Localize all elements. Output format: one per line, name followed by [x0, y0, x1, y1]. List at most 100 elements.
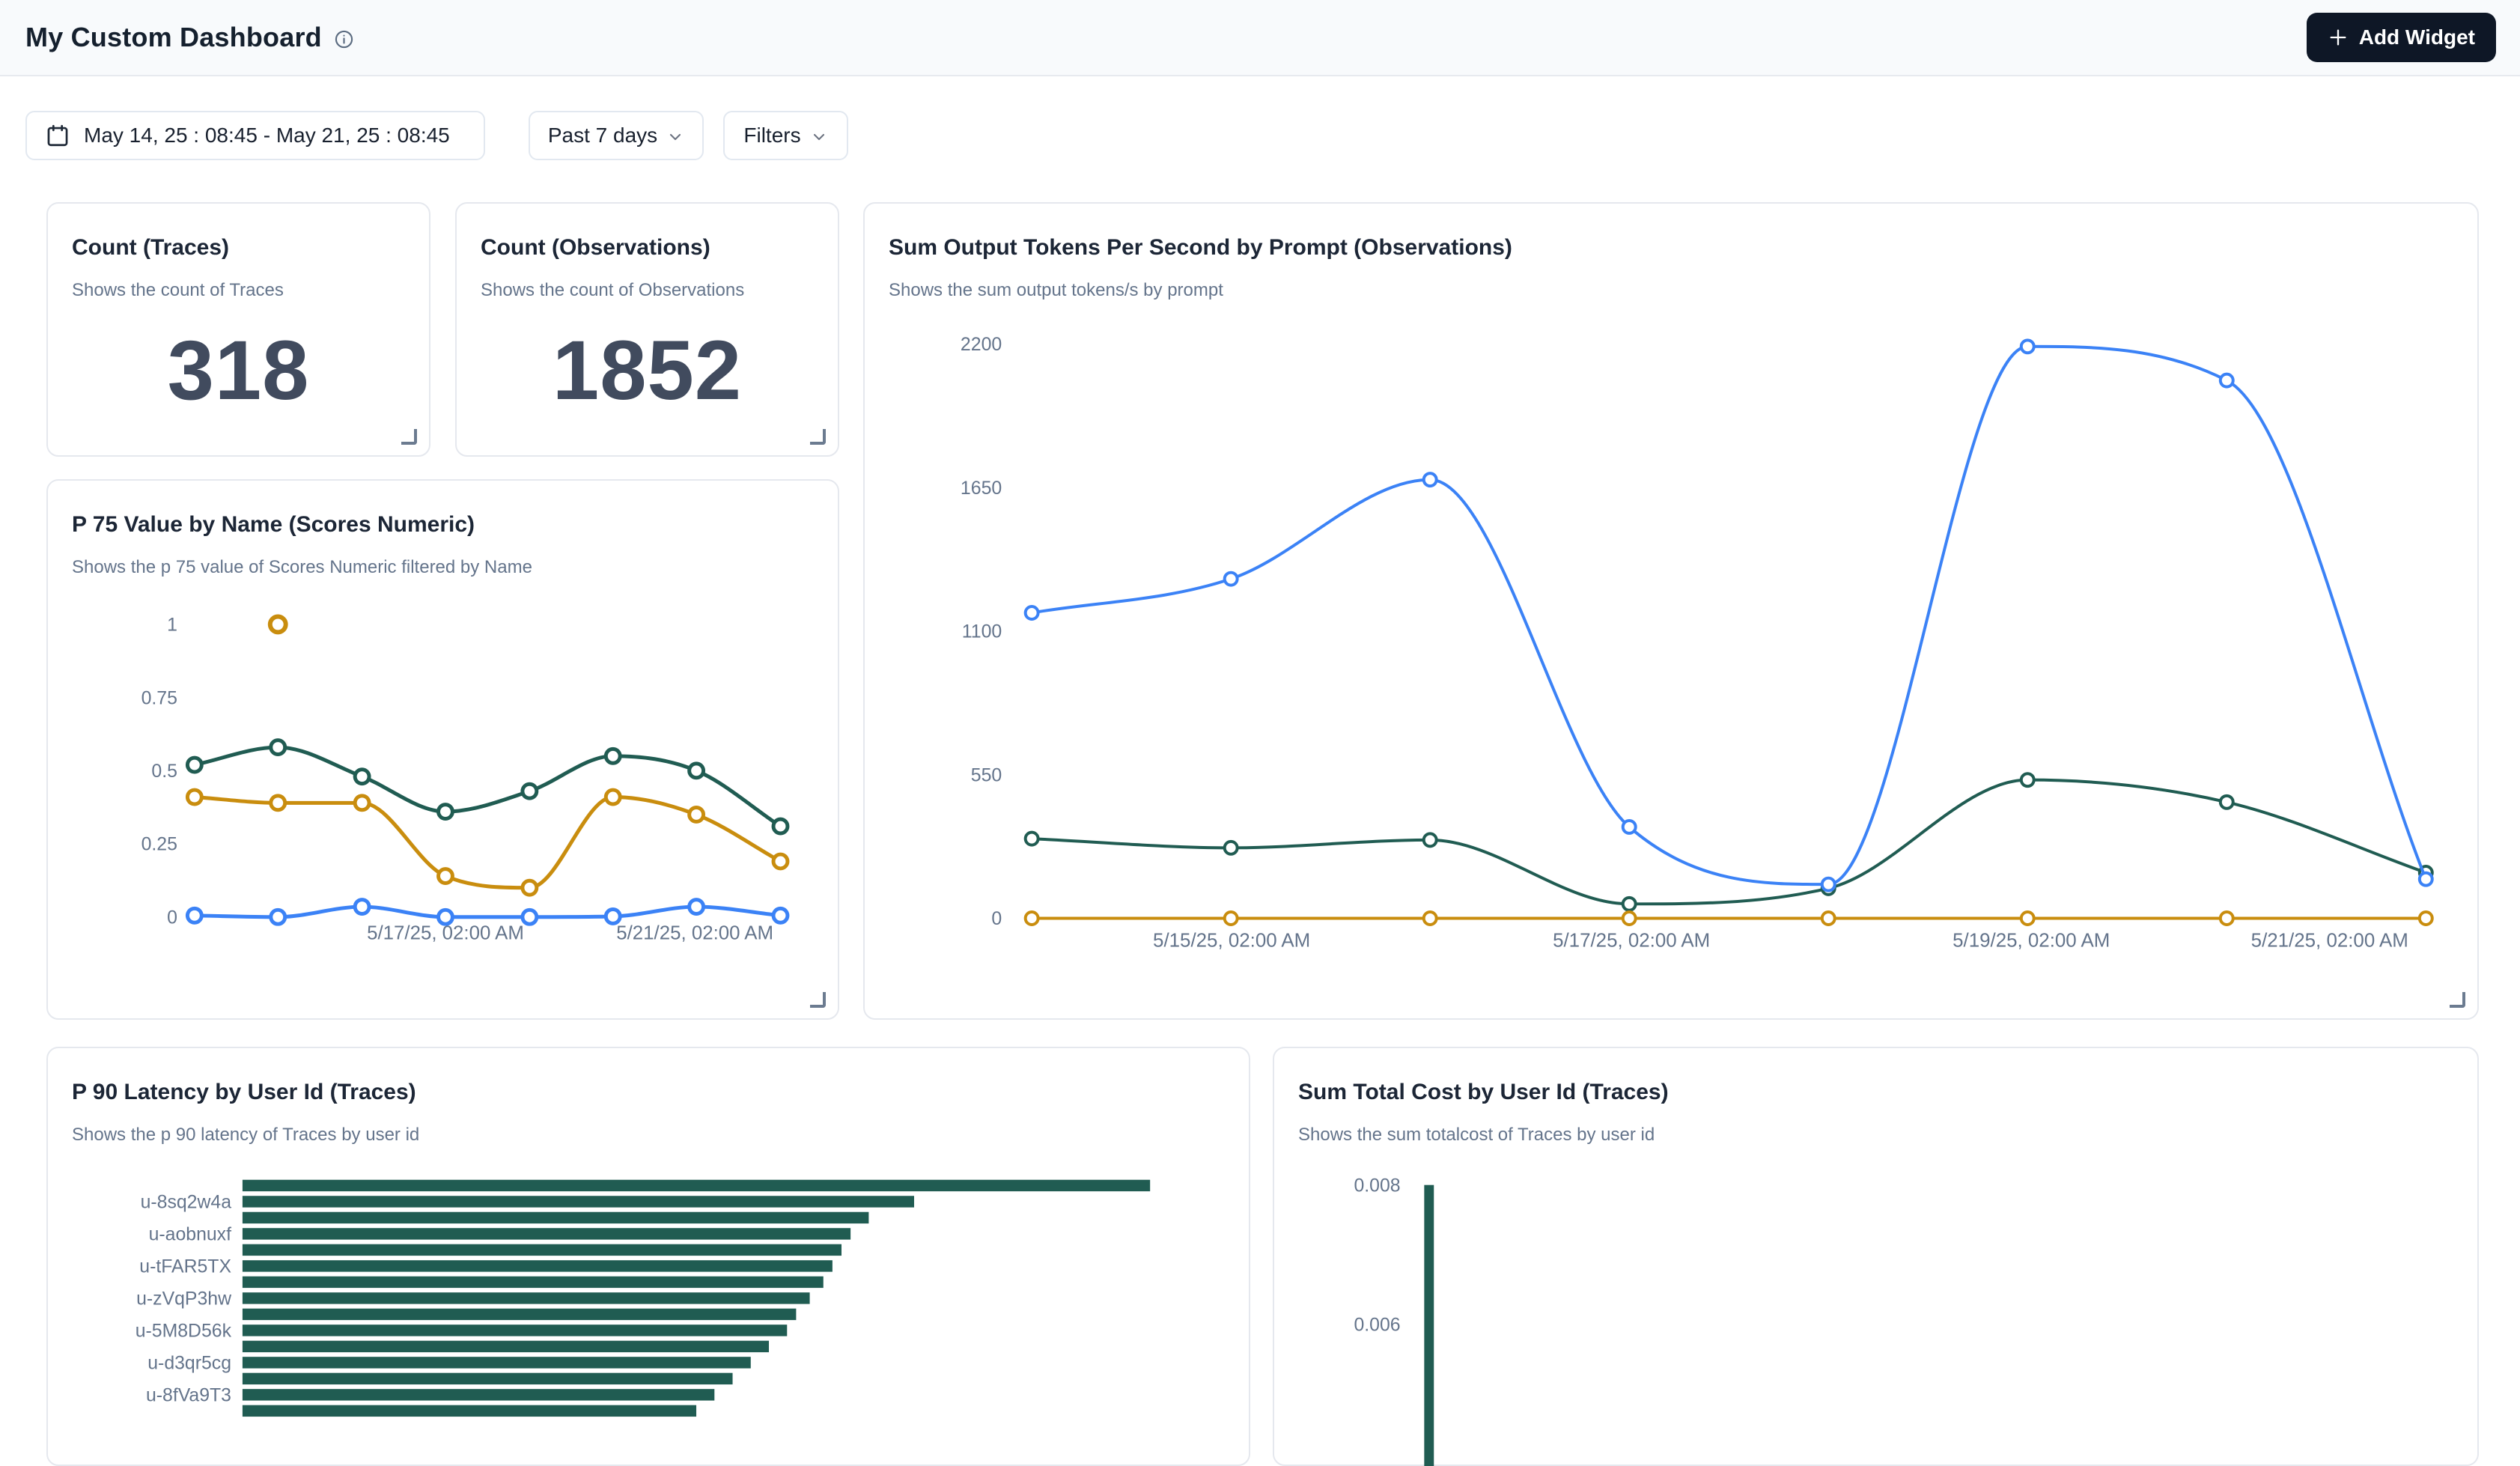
y-axis-tick-label: 1650	[961, 478, 1002, 499]
data-point-score-green	[187, 758, 201, 772]
resize-handle[interactable]	[810, 429, 826, 445]
data-point-score-blue	[187, 908, 201, 922]
x-axis-tick-label: 5/17/25, 02:00 AM	[367, 923, 524, 944]
data-point-prompt-amber	[1424, 912, 1437, 925]
user-id-tick-label: u-8sq2w4a	[141, 1193, 232, 1213]
y-axis-tick-label: 0	[167, 907, 177, 928]
y-axis-tick-label: 0.006	[1354, 1316, 1400, 1336]
data-point-score-amber	[439, 869, 453, 883]
data-point-score-amber	[606, 790, 620, 804]
line-prompt-blue	[1032, 347, 2426, 884]
data-point-score-blue	[690, 900, 704, 914]
page-title: My Custom Dashboard	[25, 22, 354, 53]
date-range-value: May 14, 25 : 08:45 - May 21, 25 : 08:45	[84, 124, 450, 147]
data-point-score-amber	[355, 796, 369, 810]
y-axis-tick-label: 1100	[962, 621, 1002, 642]
user-id-tick-label: u-aobnuxf	[149, 1225, 231, 1245]
add-widget-button[interactable]: Add Widget	[2307, 13, 2496, 62]
latency-bar	[243, 1309, 796, 1320]
info-icon[interactable]	[334, 29, 354, 49]
resize-handle[interactable]	[401, 429, 417, 445]
data-point-score-green	[439, 805, 453, 819]
data-point-score-green	[690, 764, 704, 778]
y-axis-tick-label: 1	[167, 615, 177, 636]
x-axis-tick-label: 5/21/25, 02:00 AM	[616, 923, 773, 944]
user-id-tick-label: u-5M8D56k	[136, 1321, 232, 1342]
data-point-prompt-amber	[2221, 912, 2233, 925]
data-point-prompt-amber	[1225, 912, 1238, 925]
y-axis-tick-label: 0.75	[141, 687, 177, 708]
widget-tokens-by-prompt: Sum Output Tokens Per Second by Prompt (…	[863, 202, 2479, 1020]
widget-p90-latency: P 90 Latency by User Id (Traces) Shows t…	[46, 1047, 1250, 1466]
data-point-score-blue	[439, 910, 453, 924]
widget-subtitle: Shows the count of Observations	[481, 280, 744, 301]
resize-handle[interactable]	[2450, 992, 2465, 1008]
resize-handle[interactable]	[810, 992, 826, 1008]
latency-bar	[243, 1260, 833, 1271]
data-point-prompt-blue	[2021, 340, 2034, 353]
data-point-score-green	[523, 784, 537, 798]
data-point-score-green	[271, 740, 285, 755]
data-point-score-amber-single	[270, 616, 286, 632]
data-point-score-green	[606, 749, 620, 763]
x-axis-tick-label: 5/21/25, 02:00 AM	[2251, 930, 2408, 951]
p90-bar-chart: u-8sq2w4au-aobnuxfu-tFAR5TXu-zVqP3hwu-5M…	[48, 1048, 1249, 1465]
y-axis-tick-label: 0	[991, 908, 1002, 929]
p75-line-chart: 00.250.50.7515/17/25, 02:00 AM5/21/25, 0…	[48, 481, 838, 1018]
data-point-prompt-amber	[1623, 912, 1636, 925]
data-point-prompt-green	[2221, 796, 2233, 809]
metric-value: 1852	[457, 322, 838, 419]
y-axis-tick-label: 2200	[961, 334, 1002, 355]
tokens-line-chart: 05501100165022005/15/25, 02:00 AM5/17/25…	[865, 204, 2477, 1018]
latency-bar	[243, 1373, 733, 1384]
widget-count-traces: Count (Traces) Shows the count of Traces…	[46, 202, 430, 457]
data-point-score-amber	[523, 880, 537, 895]
data-point-prompt-blue	[1424, 473, 1437, 486]
latency-bar	[243, 1324, 787, 1336]
data-point-prompt-green	[1623, 898, 1636, 910]
data-point-score-green	[355, 770, 369, 784]
x-axis-tick-label: 5/15/25, 02:00 AM	[1153, 930, 1310, 951]
latency-bar	[243, 1292, 810, 1304]
cost-bar-chart: 0.008 0.006	[1274, 1048, 2477, 1465]
data-point-score-amber	[187, 790, 201, 804]
data-point-prompt-green	[2021, 773, 2034, 786]
plus-icon	[2328, 27, 2349, 48]
y-axis-tick-label: 0.008	[1354, 1175, 1400, 1196]
latency-bar	[243, 1341, 769, 1352]
latency-bar	[243, 1357, 751, 1368]
data-point-prompt-amber	[2420, 912, 2432, 925]
chevron-down-icon	[666, 128, 684, 146]
widget-cost-by-user: Sum Total Cost by User Id (Traces) Shows…	[1273, 1047, 2479, 1466]
data-point-score-blue	[773, 908, 788, 922]
latency-bar	[243, 1196, 914, 1207]
filters-dropdown[interactable]: Filters	[723, 111, 848, 160]
data-point-prompt-blue	[2420, 873, 2432, 886]
latency-bar	[243, 1228, 850, 1239]
data-point-prompt-blue	[1623, 821, 1636, 833]
latency-bar	[243, 1405, 696, 1417]
data-point-prompt-amber	[1026, 912, 1038, 925]
data-point-prompt-blue	[1822, 878, 1835, 891]
data-point-prompt-green	[1026, 833, 1038, 845]
widget-p75-scores: P 75 Value by Name (Scores Numeric) Show…	[46, 479, 839, 1020]
line-prompt-green	[1032, 780, 2426, 904]
latency-bar	[243, 1212, 868, 1223]
user-id-tick-label: u-d3qr5cg	[147, 1354, 231, 1374]
date-range-picker[interactable]: May 14, 25 : 08:45 - May 21, 25 : 08:45	[25, 111, 485, 160]
date-preset-dropdown[interactable]: Past 7 days	[529, 111, 704, 160]
data-point-prompt-green	[1225, 842, 1238, 854]
data-point-score-green	[773, 819, 788, 833]
data-point-prompt-blue	[1225, 573, 1238, 586]
data-point-prompt-blue	[2221, 374, 2233, 387]
data-point-prompt-amber	[2021, 912, 2034, 925]
filters-label: Filters	[743, 124, 800, 147]
latency-bar	[243, 1277, 824, 1288]
user-id-tick-label: u-tFAR5TX	[139, 1257, 231, 1277]
widget-title: Count (Traces)	[72, 235, 229, 261]
latency-bar	[243, 1180, 1150, 1191]
y-axis-tick-label: 0.25	[141, 834, 177, 855]
page-title-text: My Custom Dashboard	[25, 22, 322, 53]
data-point-score-blue	[271, 910, 285, 924]
data-point-score-blue	[523, 910, 537, 924]
